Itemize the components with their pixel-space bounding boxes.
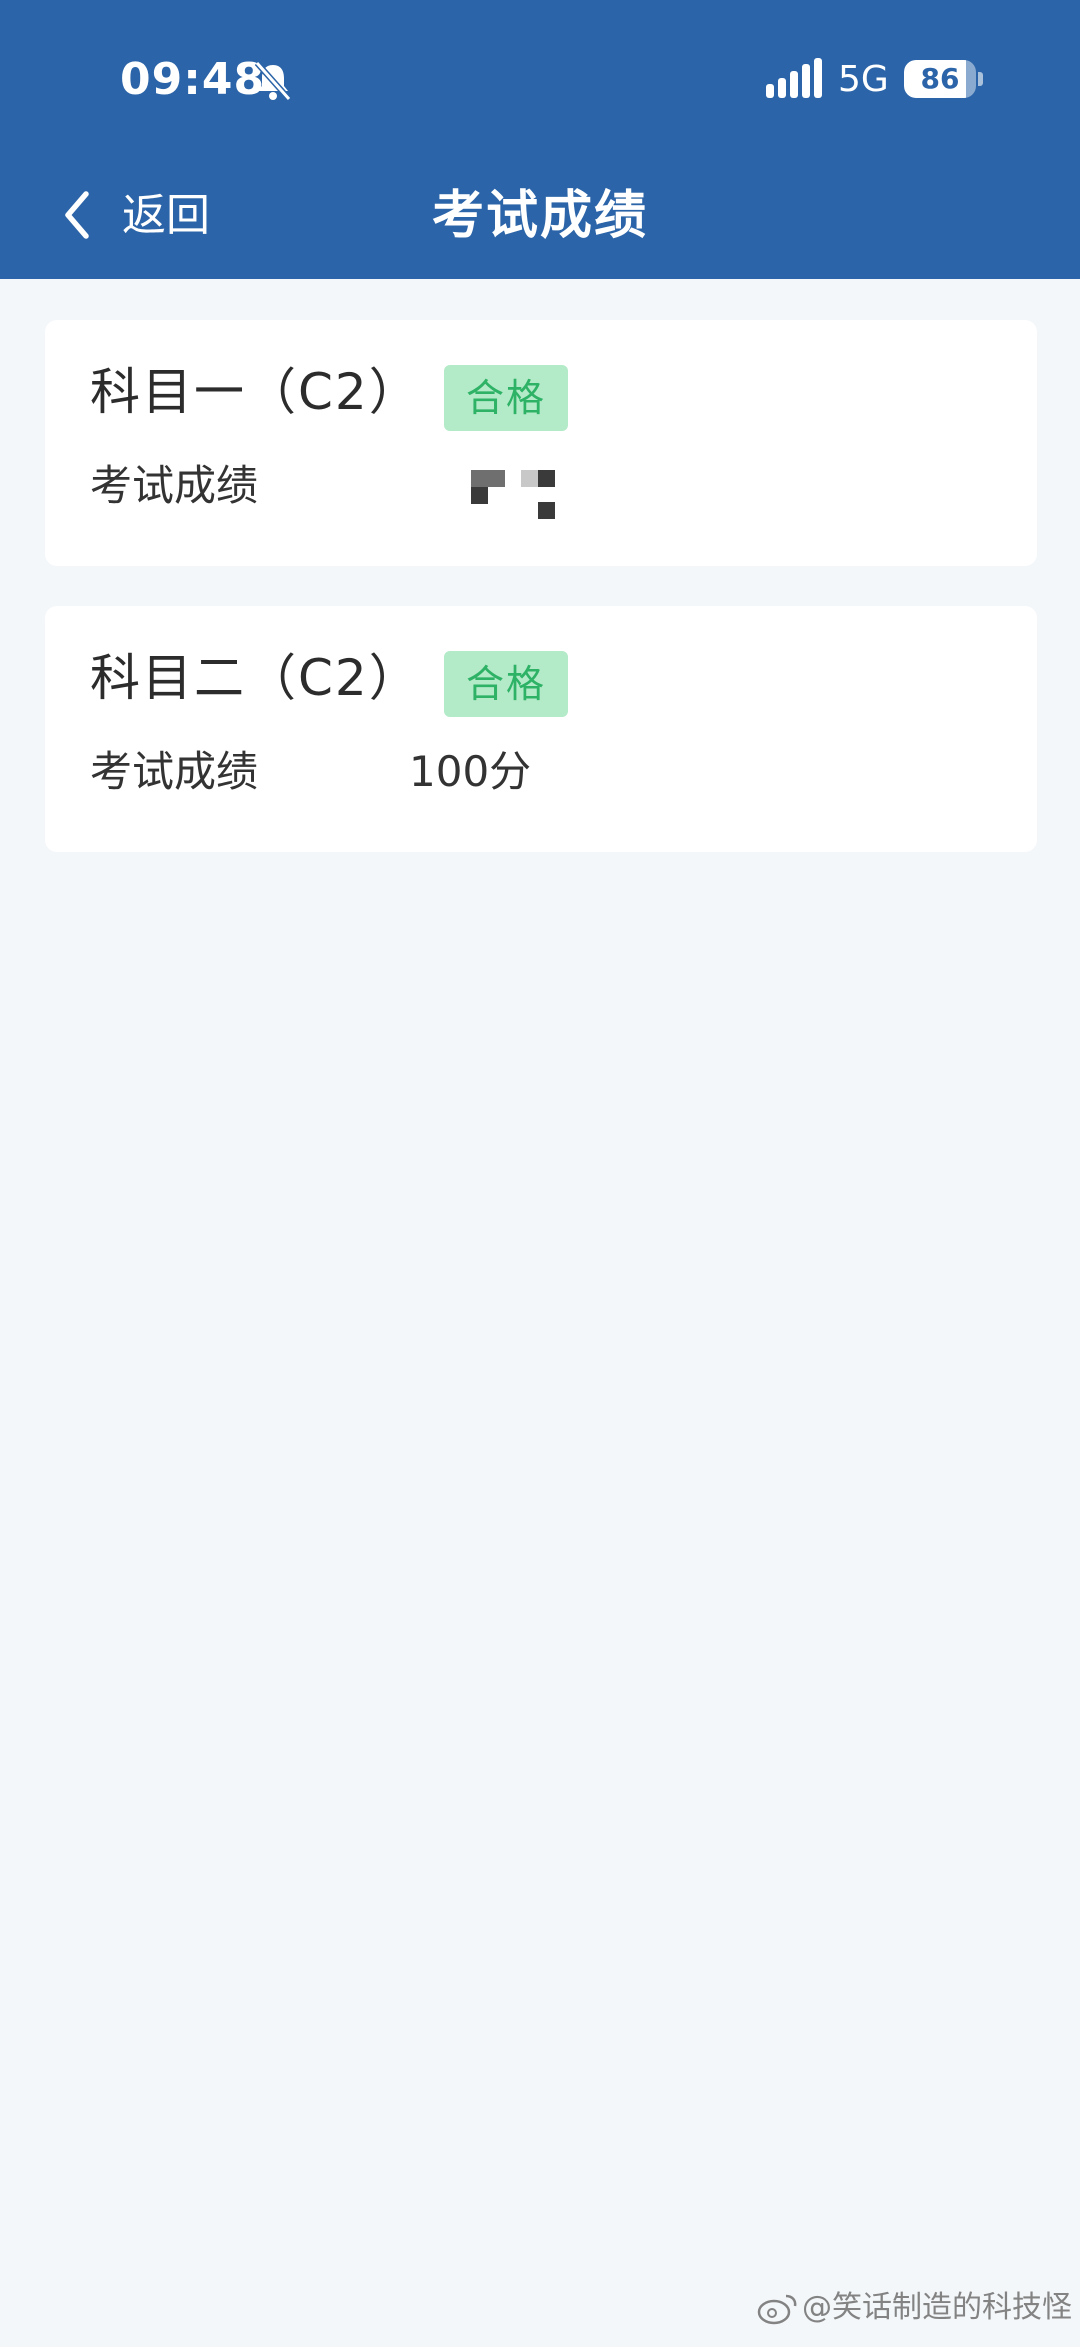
app-header: 09:48 5G 86 返回 考试成绩 xyxy=(0,0,1080,279)
page-title: 考试成绩 xyxy=(431,186,648,246)
chevron-left-icon xyxy=(65,191,89,239)
back-button[interactable]: 返回 xyxy=(50,176,230,256)
status-time: 09:48 xyxy=(120,54,266,105)
score-label: 考试成绩 xyxy=(90,747,259,796)
score-value: 100分 xyxy=(409,747,532,796)
result-card-subject-2: 科目二（C2） 合格 考试成绩 100分 xyxy=(45,606,1037,852)
score-label: 考试成绩 xyxy=(90,461,259,510)
subject-title: 科目一（C2） xyxy=(90,363,421,421)
signal-icon xyxy=(766,58,822,98)
battery-tip xyxy=(978,72,983,86)
status-badge: 合格 xyxy=(444,651,568,717)
weibo-icon xyxy=(757,2294,797,2325)
back-label: 返回 xyxy=(122,190,210,241)
watermark-text: @笑话制造的科技怪 xyxy=(802,2290,1072,2325)
watermark: @笑话制造的科技怪 xyxy=(756,2285,1072,2331)
battery-level: 86 xyxy=(920,62,960,95)
bell-muted-icon xyxy=(254,61,292,101)
result-card-subject-1: 科目一（C2） 合格 考试成绩 xyxy=(45,320,1037,566)
subject-title: 科目二（C2） xyxy=(90,649,421,707)
status-badge: 合格 xyxy=(444,365,568,431)
network-type: 5G xyxy=(838,59,889,100)
battery-icon: 86 xyxy=(904,60,976,98)
redacted-score-mosaic xyxy=(425,470,555,530)
